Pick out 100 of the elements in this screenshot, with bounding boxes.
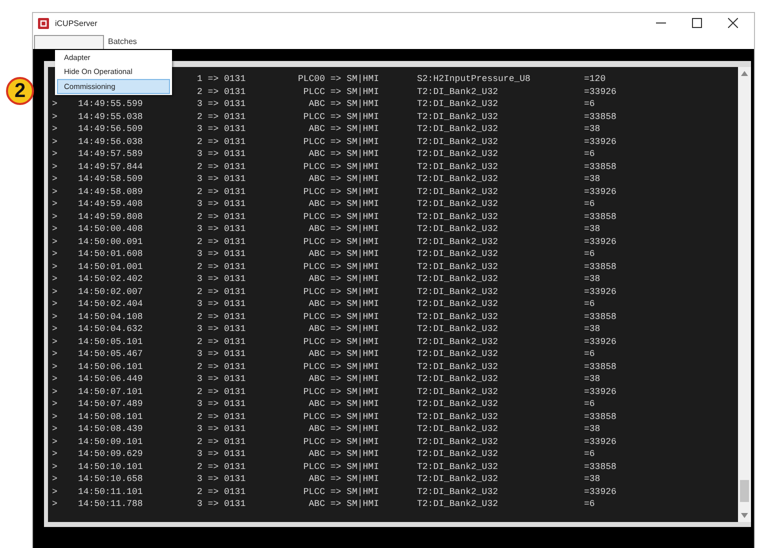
app-icon: [38, 18, 49, 28]
link-text: ABC => SM|HMI: [308, 174, 379, 184]
link-text: PLCC => SM|HMI: [303, 236, 379, 246]
close-icon[interactable]: [728, 18, 738, 28]
prompt-marker: >: [52, 310, 58, 323]
timestamp: 14:49:57.589: [78, 148, 144, 160]
prompt-marker: >: [52, 98, 58, 110]
link-text: PLCC => SM|HMI: [303, 212, 379, 222]
value-text: =33858: [584, 260, 618, 273]
menu-item[interactable]: [34, 35, 104, 49]
prompt-marker: >: [52, 123, 58, 136]
link-text: ABC => SM|HMI: [308, 99, 379, 109]
link-text: ABC => SM|HMI: [308, 274, 379, 284]
scroll-thumb[interactable]: [740, 480, 749, 502]
timestamp: 14:49:59.808: [78, 210, 144, 223]
route-text: 2 => 0131: [197, 386, 247, 398]
route-text: 3 => 0131: [197, 423, 247, 436]
route-text: 3 => 0131: [197, 298, 247, 310]
route-text: 3 => 0131: [197, 498, 247, 510]
value-text: =6: [584, 198, 596, 210]
step-badge: 2: [6, 77, 34, 105]
prompt-marker: >: [52, 348, 58, 360]
link-text: PLCC => SM|HMI: [303, 362, 379, 372]
scrollbar[interactable]: [738, 67, 751, 522]
route-text: 3 => 0131: [197, 173, 247, 186]
scroll-up-icon[interactable]: [741, 71, 748, 76]
route-text: 2 => 0131: [197, 110, 247, 123]
prompt-marker: >: [52, 236, 58, 248]
timestamp: 14:49:55.599: [78, 98, 144, 110]
value-text: =33926: [584, 486, 618, 498]
value-text: =33858: [584, 110, 618, 123]
value-text: =33926: [584, 436, 618, 448]
prompt-marker: >: [52, 248, 58, 260]
timestamp: 14:50:02.402: [78, 273, 144, 286]
tag-name: T2:DI_Bank2_U32: [417, 462, 498, 472]
link-text: ABC => SM|HMI: [308, 424, 379, 434]
route-text: 2 => 0131: [197, 260, 247, 273]
tag-name: T2:DI_Bank2_U32: [417, 262, 498, 272]
value-text: =38: [584, 173, 602, 186]
prompt-marker: >: [52, 110, 58, 123]
route-text: 2 => 0131: [197, 310, 247, 323]
prompt-marker: >: [52, 186, 58, 198]
value-text: =6: [584, 498, 596, 510]
value-text: =33926: [584, 286, 618, 298]
tag-name: T2:DI_Bank2_U32: [417, 249, 498, 259]
prompt-marker: >: [52, 486, 58, 498]
timestamp: 14:50:10.101: [78, 460, 144, 473]
timestamp: 14:50:08.101: [78, 410, 144, 423]
timestamp: 14:50:06.449: [78, 373, 144, 386]
route-text: 2 => 0131: [197, 486, 247, 498]
prompt-marker: >: [52, 423, 58, 436]
link-text: ABC => SM|HMI: [308, 324, 379, 334]
scroll-down-icon[interactable]: [741, 513, 748, 518]
prompt-marker: >: [52, 436, 58, 448]
value-text: =6: [584, 98, 596, 110]
route-text: 3 => 0131: [197, 348, 247, 360]
link-text: PLCC => SM|HMI: [303, 486, 379, 496]
route-text: 3 => 0131: [197, 273, 247, 286]
route-text: 2 => 0131: [197, 236, 247, 248]
prompt-marker: >: [52, 360, 58, 373]
tag-name: T2:DI_Bank2_U32: [417, 112, 498, 122]
tag-name: T2:DI_Bank2_U32: [417, 399, 498, 409]
prompt-marker: >: [52, 498, 58, 510]
value-text: =38: [584, 473, 602, 486]
tag-name: T2:DI_Bank2_U32: [417, 224, 498, 234]
menu-item[interactable]: Batches: [104, 35, 141, 49]
link-text: ABC => SM|HMI: [308, 199, 379, 209]
tag-name: T2:DI_Bank2_U32: [417, 136, 498, 146]
value-text: =33858: [584, 360, 618, 373]
link-text: PLC00 => SM|HMI: [298, 74, 379, 84]
value-text: =33926: [584, 136, 618, 148]
value-text: =38: [584, 123, 602, 136]
tag-name: S2:H2InputPressure_U8: [417, 74, 530, 84]
maximize-icon[interactable]: [692, 18, 702, 28]
tag-name: T2:DI_Bank2_U32: [417, 236, 498, 246]
prompt-marker: >: [52, 336, 58, 348]
route-text: 2 => 0131: [197, 410, 247, 423]
value-text: =33858: [584, 310, 618, 323]
prompt-marker: >: [52, 198, 58, 210]
link-text: PLCC => SM|HMI: [303, 286, 379, 296]
timestamp: 14:49:58.089: [78, 186, 144, 198]
value-text: =38: [584, 273, 602, 286]
timestamp: 14:50:05.101: [78, 336, 144, 348]
value-text: =38: [584, 423, 602, 436]
value-text: =33926: [584, 86, 618, 98]
tag-name: T2:DI_Bank2_U32: [417, 436, 498, 446]
prompt-marker: >: [52, 398, 58, 410]
route-text: 3 => 0131: [197, 323, 247, 336]
route-text: 2 => 0131: [197, 286, 247, 298]
link-text: PLCC => SM|HMI: [303, 136, 379, 146]
tag-name: T2:DI_Bank2_U32: [417, 349, 498, 359]
tag-name: T2:DI_Bank2_U32: [417, 324, 498, 334]
timestamp: 14:49:55.038: [78, 110, 144, 123]
prompt-marker: >: [52, 210, 58, 223]
timestamp: 14:50:01.001: [78, 260, 144, 273]
value-text: =33858: [584, 410, 618, 423]
value-text: =6: [584, 348, 596, 360]
link-text: PLCC => SM|HMI: [303, 436, 379, 446]
route-text: 1 => 0131: [197, 73, 247, 86]
prompt-marker: >: [52, 410, 58, 423]
